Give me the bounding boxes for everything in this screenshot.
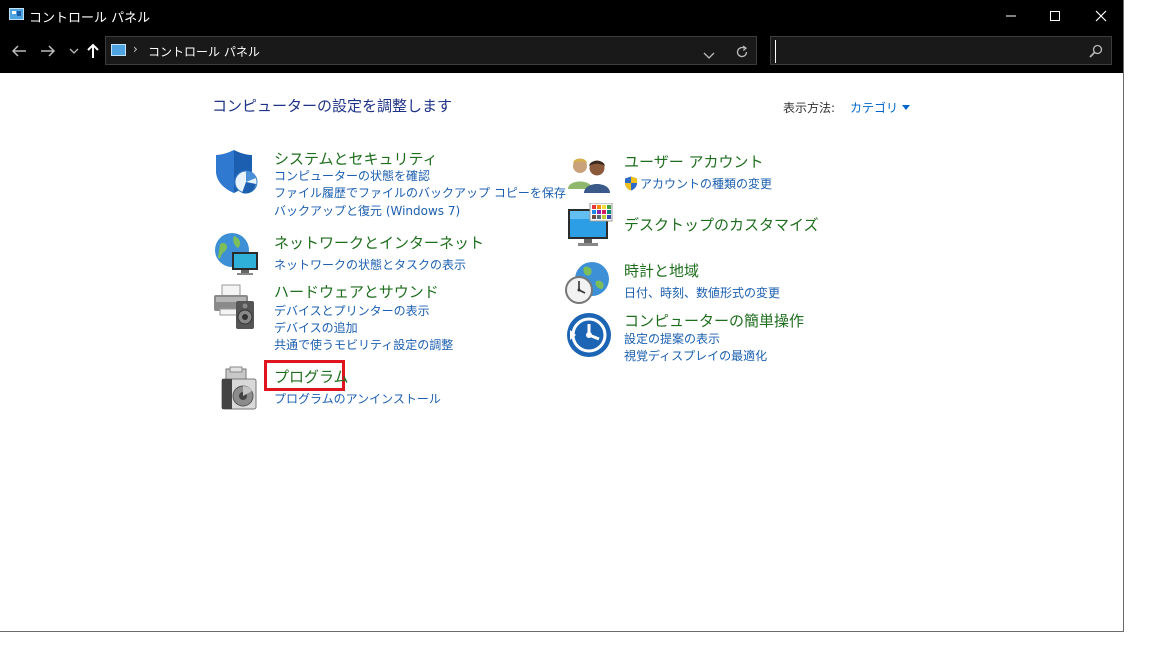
category-hardware-sound[interactable]: ハードウェアとサウンド — [274, 281, 439, 302]
category-ease-of-access[interactable]: コンピューターの簡単操作 — [624, 310, 804, 331]
link-network-status[interactable]: ネットワークの状態とタスクの表示 — [274, 256, 466, 273]
title-bar[interactable]: コントロール パネル — [0, 0, 1123, 31]
refresh-icon — [736, 45, 748, 58]
view-by-label: 表示方法: — [783, 101, 836, 115]
search-box[interactable] — [770, 36, 1112, 65]
users-icon[interactable] — [566, 153, 614, 201]
breadcrumb-separator: › — [133, 42, 138, 56]
link-suggest-settings[interactable]: 設定の提案の表示 — [624, 330, 720, 347]
control-panel-icon — [9, 8, 24, 20]
link-uninstall-program[interactable]: プログラムのアンインストール — [274, 390, 441, 407]
refresh-button[interactable] — [735, 44, 749, 63]
link-backup-restore[interactable]: バックアップと復元 (Windows 7) — [274, 202, 460, 219]
maximize-icon — [1050, 10, 1060, 21]
search-input[interactable] — [775, 40, 1080, 63]
navigation-bar: › コントロール パネル — [0, 31, 1123, 73]
up-button[interactable] — [83, 41, 103, 61]
link-devices-printers[interactable]: デバイスとプリンターの表示 — [274, 302, 430, 319]
category-programs[interactable]: プログラム — [274, 366, 349, 387]
close-button[interactable] — [1078, 0, 1123, 31]
close-icon — [1095, 10, 1107, 21]
arrow-up-icon — [87, 43, 99, 58]
printer-icon[interactable] — [212, 283, 260, 331]
chevron-down-icon — [703, 52, 715, 59]
caret-down-icon — [902, 105, 911, 110]
link-check-computer-status[interactable]: コンピューターの状態を確認 — [274, 167, 430, 184]
link-add-device[interactable]: デバイスの追加 — [274, 319, 358, 336]
clock-globe-icon[interactable] — [564, 259, 612, 307]
link-optimize-visual-display[interactable]: 視覚ディスプレイの最適化 — [624, 347, 767, 364]
view-by-dropdown[interactable]: カテゴリ — [850, 99, 911, 116]
chevron-down-icon — [69, 48, 79, 54]
category-clock-region[interactable]: 時計と地域 — [624, 260, 699, 281]
programs-disc-icon[interactable] — [218, 365, 266, 413]
breadcrumb-control-panel[interactable]: コントロール パネル — [148, 43, 260, 60]
uac-shield-icon — [625, 176, 637, 191]
back-button[interactable] — [9, 41, 29, 61]
arrow-right-icon — [41, 45, 56, 57]
main-content: コンピューターの設定を調整します 表示方法: カテゴリ システムとセキュリティ … — [0, 73, 1123, 631]
control-panel-window: コントロール パネル › コントロール パネル コンピューターの設定を調整します… — [0, 0, 1124, 632]
address-bar[interactable]: › コントロール パネル — [105, 36, 757, 65]
link-change-account-type[interactable]: アカウントの種類の変更 — [624, 175, 772, 192]
desktop-personalization-icon[interactable] — [566, 202, 614, 251]
category-user-accounts[interactable]: ユーザー アカウント — [624, 151, 763, 172]
link-file-history-backup[interactable]: ファイル履歴でファイルのバックアップ コピーを保存 — [274, 184, 566, 201]
arrow-left-icon — [11, 45, 26, 57]
ease-of-access-icon[interactable] — [566, 312, 614, 360]
window-title: コントロール パネル — [29, 11, 151, 26]
forward-button[interactable] — [38, 41, 58, 61]
control-panel-icon — [111, 44, 126, 56]
network-globe-icon[interactable] — [212, 230, 260, 278]
maximize-button[interactable] — [1032, 0, 1078, 31]
search-icon[interactable] — [1089, 43, 1103, 62]
link-date-time-format[interactable]: 日付、時刻、数値形式の変更 — [624, 284, 780, 301]
shield-icon[interactable] — [212, 148, 260, 196]
category-desktop-customization[interactable]: デスクトップのカスタマイズ — [624, 214, 819, 235]
recent-locations-button[interactable] — [64, 41, 84, 61]
minimize-icon — [1006, 15, 1016, 16]
address-dropdown-button[interactable] — [703, 45, 715, 64]
link-change-account-type-label[interactable]: アカウントの種類の変更 — [640, 175, 772, 192]
category-system-security[interactable]: システムとセキュリティ — [274, 148, 438, 169]
category-network-internet[interactable]: ネットワークとインターネット — [274, 232, 484, 253]
minimize-button[interactable] — [988, 0, 1034, 31]
link-mobility-settings[interactable]: 共通で使うモビリティ設定の調整 — [274, 336, 453, 353]
view-by-value[interactable]: カテゴリ — [850, 99, 898, 116]
page-title: コンピューターの設定を調整します — [212, 97, 453, 115]
